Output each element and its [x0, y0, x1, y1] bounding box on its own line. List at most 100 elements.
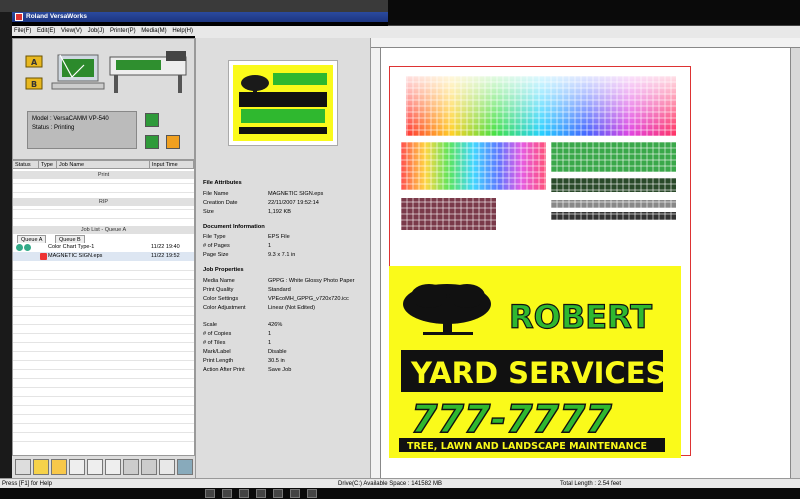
tab-queue-a[interactable]: Queue A: [17, 235, 47, 243]
attr-label: # of Tiles: [203, 340, 226, 346]
taskbar-app-icon[interactable]: [273, 489, 283, 498]
disabled-icon[interactable]: [123, 459, 139, 475]
menu-printer[interactable]: Printer(P): [110, 28, 136, 34]
document-icon[interactable]: [87, 459, 103, 475]
attr-value: 1: [268, 243, 272, 249]
sign-business: YARD SERVICES: [410, 356, 666, 390]
attr-label: Print Length: [203, 358, 234, 364]
job-properties-title: Job Properties: [203, 267, 244, 273]
menu-file[interactable]: File(F): [14, 28, 31, 34]
menu-edit[interactable]: Edit(E): [37, 28, 55, 34]
attr-label: File Name: [203, 191, 229, 197]
table-row[interactable]: Color Chart Type-1 11/22 19:40: [13, 243, 194, 252]
sign-artwork: ROBERT YARD SERVICES 777-7777 TREE, LAWN…: [399, 284, 666, 452]
attr-label: File Type: [203, 234, 226, 240]
taskbar-app-icon[interactable]: [256, 489, 266, 498]
scrollbar-vertical[interactable]: [790, 48, 800, 478]
attr-label: Scale: [203, 322, 217, 328]
attr-value: Disable: [268, 349, 287, 355]
print-preview[interactable]: ROBERT YARD SERVICES 777-7777 TREE, LAWN…: [370, 38, 800, 478]
queue-b-folder-icon[interactable]: B: [25, 75, 43, 90]
table-row[interactable]: MAGNETIC SIGN.eps 11/22 19:52: [13, 252, 194, 261]
refresh-icon[interactable]: [145, 135, 159, 149]
bottom-toolbar: [12, 455, 195, 478]
header-status[interactable]: Status: [13, 161, 39, 169]
toolbar-strip: [195, 26, 800, 38]
attr-value: GPPG : White Glossy Photo Paper: [268, 278, 355, 284]
job-list-section: Job List - Queue A: [13, 226, 194, 234]
print-icon[interactable]: [105, 459, 121, 475]
desktop-background: [388, 0, 800, 26]
menu-help[interactable]: Help(H): [172, 28, 193, 34]
status-icon: [16, 244, 23, 251]
attr-label: Size: [203, 209, 214, 215]
attr-value: MAGNETIC SIGN.eps: [268, 191, 324, 197]
menu-job[interactable]: Job(J): [88, 28, 105, 34]
eps-file-icon: [40, 253, 47, 260]
sign-thumbnail-image: [233, 65, 333, 141]
taskbar-app-icon[interactable]: [222, 489, 232, 498]
sign-name: ROBERT: [509, 298, 652, 336]
warning-icon[interactable]: [166, 135, 180, 149]
window-frame-top: [0, 0, 388, 12]
rip-section: RIP: [13, 198, 194, 206]
job-table: Status Type Job Name Input Time Print RI…: [12, 160, 195, 460]
menu-media[interactable]: Media(M): [141, 28, 166, 34]
status-bar: Press [F1] for Help Drive(C:) Available …: [0, 478, 800, 488]
job-thumbnail[interactable]: [228, 60, 338, 146]
print-section: Print: [13, 171, 194, 179]
attr-value: VPEcoMH_GPPG_v720x720.icc: [268, 296, 349, 302]
attr-label: Page Size: [203, 252, 229, 258]
printer-panel: A B Model : VersaCAMM VP-540 Status : Pr…: [12, 38, 195, 160]
attr-value: Standard: [268, 287, 291, 293]
taskbar-app-icon[interactable]: [205, 489, 215, 498]
printer-status-box: Model : VersaCAMM VP-540 Status : Printi…: [27, 111, 137, 149]
taskbar: [0, 488, 800, 499]
trash-icon[interactable]: [177, 459, 193, 475]
printer-image: [51, 51, 187, 93]
sign-phone: 777-7777: [411, 397, 612, 441]
attr-value: 22/11/2007 19:52:14: [268, 200, 319, 206]
title-bar[interactable]: Roland VersaWorks: [12, 12, 388, 22]
page-check-icon[interactable]: [69, 459, 85, 475]
magnetic-sign-job[interactable]: ROBERT YARD SERVICES 777-7777 TREE, LAWN…: [389, 266, 681, 458]
attr-value: 426%: [268, 322, 283, 328]
file-attributes-title: File Attributes: [203, 180, 242, 186]
menu-view[interactable]: View(V): [61, 28, 82, 34]
tab-queue-b[interactable]: Queue B: [55, 235, 85, 243]
svg-text:B: B: [31, 80, 37, 89]
header-input-time[interactable]: Input Time: [150, 161, 194, 169]
app-icon: [15, 13, 23, 21]
taskbar-app-icon[interactable]: [239, 489, 249, 498]
attr-value: 9.3 x 7.1 in: [268, 252, 296, 258]
queue-a-folder-icon[interactable]: A: [25, 53, 43, 68]
document-info-title: Document Information: [203, 224, 265, 230]
minus-icon[interactable]: [141, 459, 157, 475]
attr-label: Action After Print: [203, 367, 245, 373]
attr-label: # of Copies: [203, 331, 232, 337]
attr-label: # of Pages: [203, 243, 230, 249]
status-icon: [24, 244, 31, 251]
header-job-name[interactable]: Job Name: [57, 161, 150, 169]
color-chart-job[interactable]: [401, 70, 681, 240]
pause-icon[interactable]: [145, 113, 159, 127]
attr-label: Color Settings: [203, 296, 239, 302]
attr-label: Media Name: [203, 278, 235, 284]
printer-model: Model : VersaCAMM VP-540: [32, 116, 109, 122]
attr-value: 30.5 in: [268, 358, 285, 364]
attr-label: Print Quality: [203, 287, 234, 293]
attr-value: 1: [268, 340, 272, 346]
palette-icon[interactable]: [15, 459, 31, 475]
taskbar-app-icon[interactable]: [307, 489, 317, 498]
attr-value: EPS File: [268, 234, 290, 240]
layers-icon[interactable]: [159, 459, 175, 475]
settings-gear-icon[interactable]: [33, 459, 49, 475]
ruler-vertical: [371, 48, 381, 478]
taskbar-app-icon[interactable]: [290, 489, 300, 498]
header-type[interactable]: Type: [39, 161, 57, 169]
menu-bar: File(F) Edit(E) View(V) Job(J) Printer(P…: [12, 26, 195, 36]
attr-label: Creation Date: [203, 200, 238, 206]
color-tools-icon[interactable]: [51, 459, 67, 475]
window-frame-left: [0, 12, 12, 499]
sign-tagline: TREE, LAWN AND LANDSCAPE MAINTENANCE: [407, 441, 647, 452]
